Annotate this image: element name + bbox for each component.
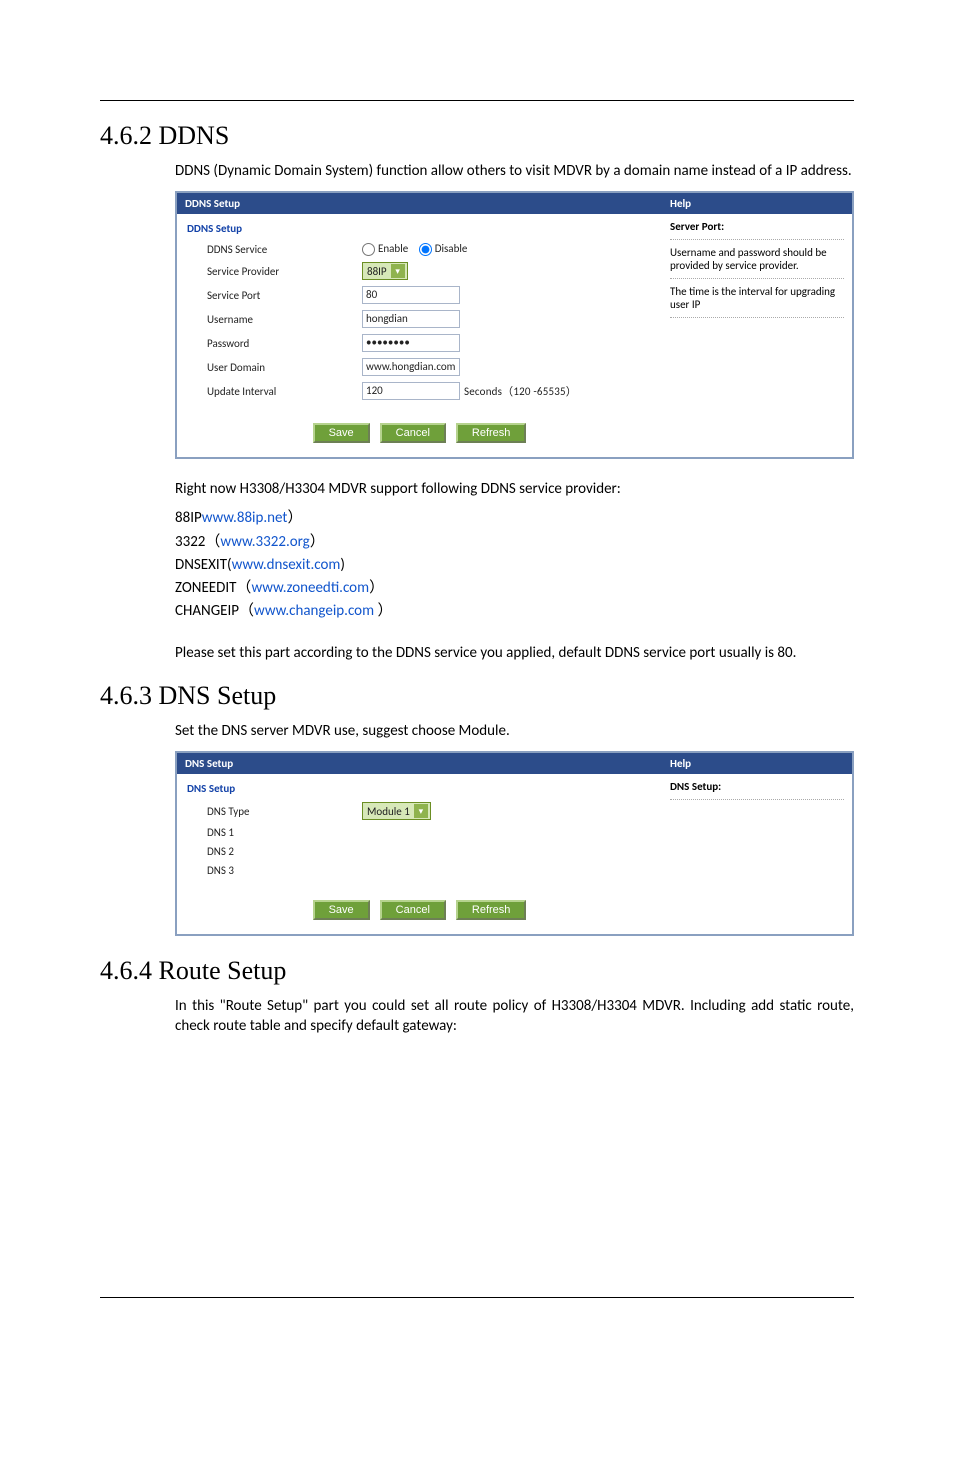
label-username: Username bbox=[207, 313, 362, 326]
label-dns1: DNS 1 bbox=[207, 826, 362, 839]
help-title-bar: Help bbox=[662, 753, 852, 774]
provider-link[interactable]: www.3322.org bbox=[220, 533, 309, 551]
label-service-port: Service Port bbox=[207, 289, 362, 302]
help-text-1: Username and password should be provided… bbox=[670, 246, 844, 272]
help-text-2: The time is the interval for upgrading u… bbox=[670, 285, 844, 311]
label-dns-type: DNS Type bbox=[207, 805, 362, 818]
dns-intro: Set the DNS server MDVR use, suggest cho… bbox=[175, 721, 854, 741]
select-dns-type[interactable]: Module 1 ▾ bbox=[362, 802, 431, 820]
heading-dns: 4.6.3 DNS Setup bbox=[100, 681, 954, 711]
cancel-button[interactable]: Cancel bbox=[380, 423, 446, 443]
provider-item: CHANGEIP（www.changeip.com ） bbox=[175, 600, 854, 623]
save-button[interactable]: Save bbox=[313, 900, 370, 920]
heading-ddns: 4.6.2 DDNS bbox=[100, 121, 954, 151]
top-rule bbox=[100, 100, 854, 101]
heading-route: 4.6.4 Route Setup bbox=[100, 956, 954, 986]
label-dns3: DNS 3 bbox=[207, 864, 362, 877]
input-update-interval[interactable]: 120 bbox=[362, 382, 460, 400]
input-service-port[interactable]: 80 bbox=[362, 286, 460, 304]
dns-title-bar: DNS Setup bbox=[177, 753, 662, 774]
help-dns-setup: DNS Setup: bbox=[670, 780, 844, 793]
provider-link[interactable]: www.changeip.com bbox=[254, 602, 374, 620]
ddns-intro: DDNS (Dynamic Domain System) function al… bbox=[175, 161, 854, 181]
chevron-down-icon: ▾ bbox=[391, 264, 405, 278]
ddns-section-label: DDNS Setup bbox=[177, 214, 662, 239]
ddns-after: Right now H3308/H3304 MDVR support follo… bbox=[175, 479, 854, 499]
radio-enable[interactable]: Enable bbox=[362, 242, 408, 256]
provider-link[interactable]: www.dnsexit.com bbox=[232, 556, 341, 574]
bottom-rule bbox=[100, 1297, 854, 1298]
label-service-provider: Service Provider bbox=[207, 265, 362, 278]
interval-hint: Seconds（120 -65535） bbox=[464, 383, 577, 399]
provider-item: ZONEEDIT（www.zoneedti.com） bbox=[175, 577, 854, 600]
help-title-bar: Help bbox=[662, 193, 852, 214]
label-update-interval: Update Interval bbox=[207, 385, 362, 398]
cancel-button[interactable]: Cancel bbox=[380, 900, 446, 920]
input-user-domain[interactable]: www.hongdian.com bbox=[362, 358, 460, 376]
input-password[interactable]: •••••••• bbox=[362, 334, 460, 352]
input-username[interactable]: hongdian bbox=[362, 310, 460, 328]
radio-disable[interactable]: Disable bbox=[419, 242, 468, 256]
route-intro: In this "Route Setup" part you could set… bbox=[175, 996, 854, 1037]
chevron-down-icon: ▾ bbox=[414, 804, 428, 818]
refresh-button[interactable]: Refresh bbox=[456, 900, 527, 920]
ddns-title-bar: DDNS Setup bbox=[177, 193, 662, 214]
ddns-screenshot: DDNS Setup DDNS Setup DDNS Service Enabl… bbox=[175, 191, 854, 459]
dns-screenshot: DNS Setup DNS Setup DNS Type Module 1 ▾ … bbox=[175, 751, 854, 936]
select-service-provider[interactable]: 88IP ▾ bbox=[362, 262, 408, 280]
label-dns2: DNS 2 bbox=[207, 845, 362, 858]
ddns-note: Please set this part according to the DD… bbox=[175, 643, 854, 663]
provider-item: DNSEXIT(www.dnsexit.com) bbox=[175, 554, 854, 577]
refresh-button[interactable]: Refresh bbox=[456, 423, 527, 443]
label-ddns-service: DDNS Service bbox=[207, 243, 362, 256]
label-user-domain: User Domain bbox=[207, 361, 362, 374]
provider-list: 88IPwww.88ip.net）3322（www.3322.org）DNSEX… bbox=[175, 507, 854, 623]
provider-link[interactable]: www.88ip.net bbox=[202, 509, 288, 527]
save-button[interactable]: Save bbox=[313, 423, 370, 443]
provider-link[interactable]: www.zoneedti.com bbox=[251, 579, 369, 597]
label-password: Password bbox=[207, 337, 362, 350]
provider-item: 88IPwww.88ip.net） bbox=[175, 507, 854, 530]
provider-item: 3322（www.3322.org） bbox=[175, 531, 854, 554]
help-server-port: Server Port: bbox=[670, 220, 844, 233]
dns-section-label: DNS Setup bbox=[177, 774, 662, 799]
